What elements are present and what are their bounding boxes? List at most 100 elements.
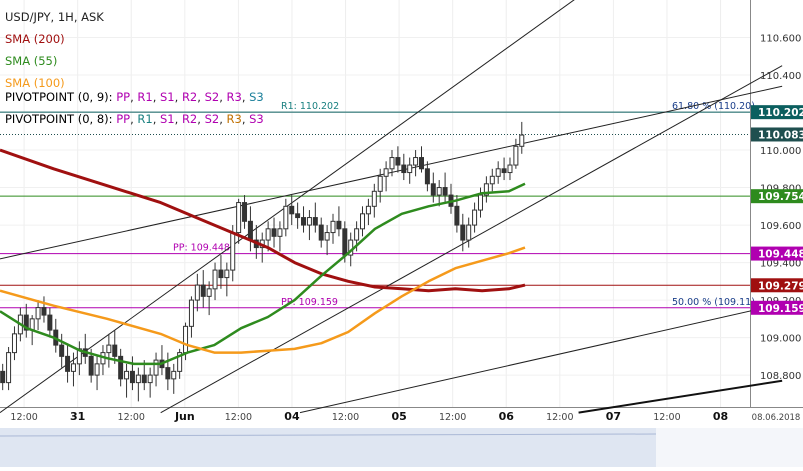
candle-body [94, 363, 100, 376]
candle-body [336, 220, 342, 230]
x-tick-label: 08 [713, 410, 728, 423]
chart: R1: 110.202 PP: 109.448 PP: 109.159 61.80 %… [0, 0, 803, 467]
candle-body [472, 209, 478, 226]
x-tick-label: 04 [284, 410, 300, 423]
level-line-label: PP: 109.448 [173, 243, 230, 254]
chart-canvas: R1: 110.202PP: 109.448PP: 109.15961.80 %… [0, 0, 803, 467]
candle [135, 367, 141, 402]
x-tick-label: 06 [499, 410, 515, 423]
date-label: 08.06.2018 [752, 413, 801, 423]
candle-body [430, 183, 436, 196]
candle [11, 326, 17, 361]
candle-body [407, 164, 413, 174]
legend-sma-55[interactable]: SMA (55) [5, 50, 104, 72]
candle-body [365, 205, 371, 215]
x-tick-label: 12:00 [118, 412, 145, 423]
candle-body [318, 224, 324, 241]
candle [318, 217, 324, 248]
pivot-row-1[interactable]: PIVOTPOINT (0, 9): PP, R1, S1, R2, S2, R… [5, 86, 264, 108]
candle [407, 157, 413, 184]
candle [283, 198, 289, 237]
candle [507, 157, 513, 181]
y-tick-label: 110.000 [760, 146, 801, 157]
candle [519, 121, 525, 154]
pivot-level-label: S1 [160, 112, 175, 126]
candle [23, 303, 29, 338]
candle-body [519, 134, 525, 147]
y-tick-label: 109.600 [760, 221, 801, 232]
candle-body [165, 367, 171, 380]
candle-body [277, 228, 283, 237]
candle [513, 138, 519, 169]
level-line-label: R1: 110.202 [281, 101, 339, 112]
x-tick-label: 12:00 [225, 412, 252, 423]
pivot-level-label: , [197, 90, 205, 104]
sma-line [0, 148, 526, 293]
price-tag-label: 109.448 [758, 249, 803, 261]
pivot-row-2[interactable]: PIVOTPOINT (0, 8): PP, R1, S1, R2, S2, R… [5, 108, 264, 130]
candle [212, 262, 218, 301]
candle [106, 333, 112, 368]
pivot-level-label: , [219, 112, 227, 126]
candle-body [466, 224, 472, 241]
candle-body [312, 217, 318, 226]
candle [247, 206, 253, 252]
pivot-legend: PIVOTPOINT (0, 9): PP, R1, S1, R2, S2, R… [5, 86, 264, 130]
candle-body [224, 269, 230, 279]
candle-body [11, 333, 17, 354]
price-tag-label: 109.279 [758, 280, 803, 292]
legend-sma-200[interactable]: SMA (200) [5, 28, 104, 50]
candle-body [65, 355, 71, 372]
candle [47, 307, 53, 338]
x-tick-label: 12:00 [546, 412, 573, 423]
candle [188, 296, 194, 338]
fib-label: 50.00 % (109.11) [672, 297, 755, 308]
pivot-level-label: , [197, 112, 205, 126]
candle [53, 318, 59, 353]
candle [206, 281, 212, 316]
candle-body [360, 213, 366, 230]
candle [200, 270, 206, 308]
candle [259, 232, 265, 263]
candle-body [371, 190, 377, 207]
pivot-level-label: R1 [137, 90, 153, 104]
candle-body [489, 175, 495, 185]
candle-body [283, 205, 289, 230]
pivot-level-label: PP [116, 112, 131, 126]
candle [312, 202, 318, 233]
candle-body [424, 168, 430, 185]
candle [242, 195, 248, 229]
pivot-level-label: R3 [226, 90, 242, 104]
candle-body [200, 284, 206, 297]
pivot-level-label: R2 [181, 112, 198, 126]
candle [424, 161, 430, 192]
candle-body [418, 157, 424, 170]
candle [100, 345, 106, 376]
candle [306, 210, 312, 241]
price-tag-label: 110.202 [758, 107, 803, 119]
candle-body [395, 157, 401, 166]
candle [224, 262, 230, 297]
candle-body [206, 288, 212, 297]
candle-body [41, 307, 47, 316]
candle-body [141, 374, 147, 384]
candle [124, 363, 130, 398]
candle [495, 161, 501, 184]
candle-body [460, 224, 466, 241]
y-tick-label: 109.000 [760, 334, 801, 345]
candle-body [271, 228, 277, 237]
pivot-level-label: S1 [160, 90, 175, 104]
candle [218, 255, 224, 289]
candle-body [35, 307, 41, 320]
pivot-level-label: R1 [137, 112, 153, 126]
candle [501, 157, 507, 181]
x-tick-label: 12:00 [10, 412, 37, 423]
candle-body [188, 299, 194, 327]
x-tick-label: 07 [606, 410, 621, 423]
candle [330, 213, 336, 244]
candle [360, 206, 366, 237]
x-tick-label: 12:00 [653, 412, 680, 423]
y-tick-label: 110.400 [760, 71, 801, 82]
candle [483, 176, 489, 203]
candle [0, 363, 6, 391]
